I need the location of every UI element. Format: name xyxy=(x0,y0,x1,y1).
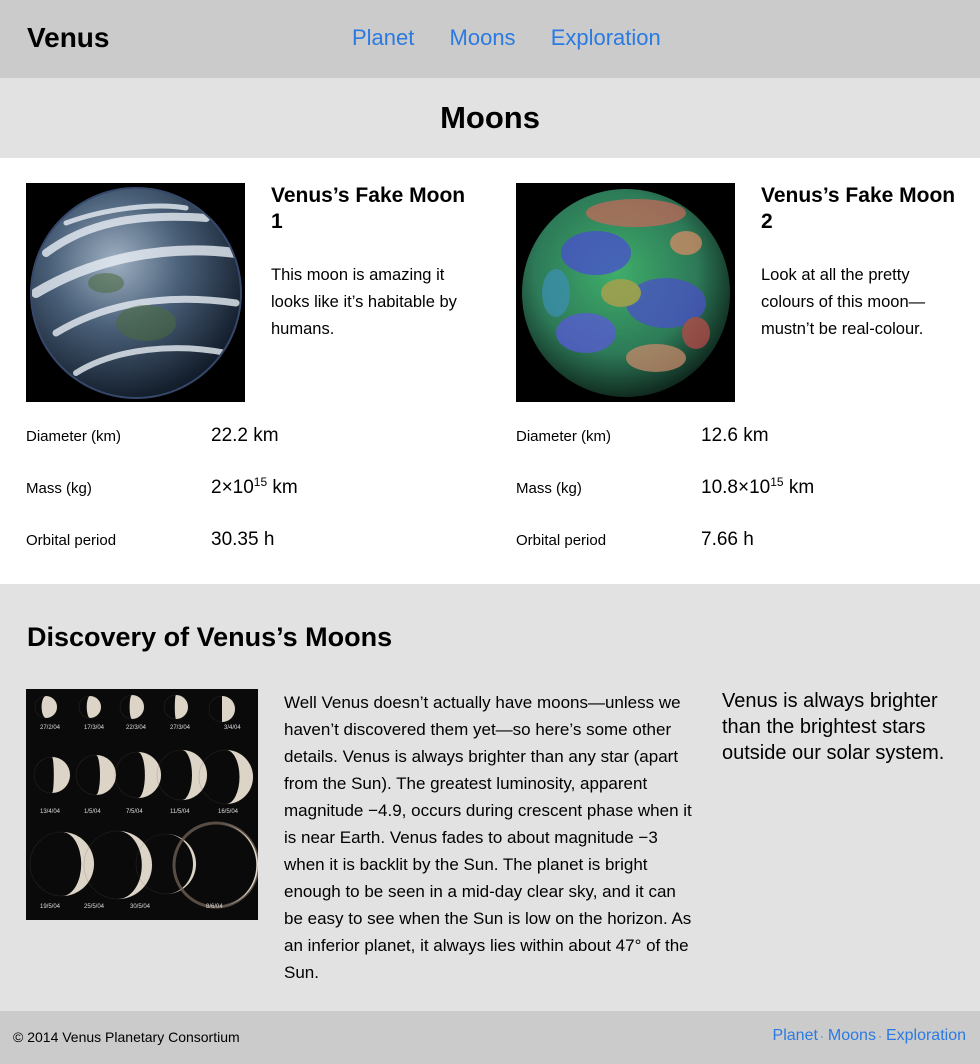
stat-value: 22.2 km xyxy=(211,425,279,446)
moon-card-1: Venus’s Fake Moon 1 This moon is amazing… xyxy=(26,183,476,573)
stat-value-base: 10.8×10 xyxy=(701,477,771,498)
earthlike-moon-image xyxy=(26,183,245,402)
discovery-section: Discovery of Venus’s Moons 27/2/04 17/3/0… xyxy=(0,584,980,1011)
stat-label: Mass (kg) xyxy=(26,480,92,497)
phase-date-label: 19/5/04 xyxy=(40,904,61,910)
stat-label: Diameter (km) xyxy=(26,428,122,445)
site-header: Venus Planet Moons Exploration xyxy=(0,0,980,78)
stat-row-diameter: Diameter (km) 12.6 km xyxy=(516,415,966,467)
stat-value-exponent: 15 xyxy=(253,475,268,489)
phase-date-label: 1/5/04 xyxy=(84,809,101,815)
venus-phase xyxy=(114,751,162,799)
stat-value: 10.8×1015 km xyxy=(701,475,815,499)
stat-label: Mass (kg) xyxy=(516,480,582,497)
stat-value: 7.66 h xyxy=(701,529,754,550)
stat-value: 30.35 h xyxy=(211,529,275,550)
venus-phase xyxy=(208,695,236,723)
site-footer: © 2014 Venus Planetary Consortium Planet… xyxy=(0,1011,980,1064)
phase-date-label: 3/4/04 xyxy=(224,725,241,731)
footer-separator: · xyxy=(877,1029,882,1043)
nav-link-exploration[interactable]: Exploration xyxy=(551,25,661,50)
stat-value-unit: km xyxy=(783,477,815,498)
venus-phase xyxy=(119,694,145,720)
venus-phases-image: 27/2/04 17/3/04 22/3/04 27/3/04 3/4/04 13/4/0… xyxy=(26,689,258,920)
moon-card-2: Venus’s Fake Moon 2 Look at all the pret… xyxy=(516,183,966,573)
footer-separator: · xyxy=(819,1029,824,1043)
venus-phase xyxy=(78,695,102,719)
phase-date-label: 30/5/04 xyxy=(130,904,151,910)
footer-nav: Planet · Moons · Exploration xyxy=(773,1027,966,1045)
nav-link-moons[interactable]: Moons xyxy=(450,25,516,50)
moon-description: Look at all the pretty colours of this m… xyxy=(761,266,926,338)
site-brand[interactable]: Venus xyxy=(27,22,109,54)
page-title: Moons xyxy=(440,100,540,135)
pull-quote: Venus is always brighter than the bright… xyxy=(722,690,945,764)
phase-date-label: 17/3/04 xyxy=(84,725,105,731)
moon-name: Venus’s Fake Moon 2 xyxy=(761,184,956,233)
stat-value-base: 2×10 xyxy=(211,477,254,498)
stat-label: Orbital period xyxy=(26,532,117,549)
venus-phase xyxy=(33,756,71,794)
phase-date-label: 7/5/04 xyxy=(126,809,143,815)
phase-date-label: 11/5/04 xyxy=(170,809,190,815)
stat-label: Orbital period xyxy=(516,532,607,549)
stat-value: 12.6 km xyxy=(701,425,769,446)
false-colour-moon-image xyxy=(516,183,735,402)
phase-date-label: 27/3/04 xyxy=(170,725,191,731)
phase-date-label: 13/4/04 xyxy=(40,809,61,815)
phase-date-label: 8/6/04 xyxy=(206,904,223,910)
venus-phase xyxy=(156,749,208,801)
moon-stats: Diameter (km) 22.2 km Mass (kg) 2×1015 k… xyxy=(26,415,476,571)
stat-value-unit: km xyxy=(267,477,298,498)
section-heading: Discovery of Venus’s Moons xyxy=(27,622,393,652)
phase-date-label: 27/2/04 xyxy=(40,725,61,731)
venus-phase xyxy=(34,695,58,719)
venus-phase xyxy=(29,831,95,897)
moon-name: Venus’s Fake Moon 1 xyxy=(271,184,466,233)
stat-row-diameter: Diameter (km) 22.2 km xyxy=(26,415,476,467)
phase-date-label: 16/5/04 xyxy=(218,809,239,815)
footer-link-planet[interactable]: Planet xyxy=(773,1027,818,1044)
moons-section: Venus’s Fake Moon 1 This moon is amazing… xyxy=(0,158,980,584)
moon-stats: Diameter (km) 12.6 km Mass (kg) 10.8×101… xyxy=(516,415,966,571)
stat-row-orbital-period: Orbital period 30.35 h xyxy=(26,519,476,571)
moon-description: This moon is amazing it looks like it’s … xyxy=(271,266,457,338)
footer-link-exploration[interactable]: Exploration xyxy=(886,1027,966,1044)
stat-value-exponent: 15 xyxy=(770,475,784,489)
phase-date-label: 22/3/04 xyxy=(126,725,147,731)
phase-date-label: 25/5/04 xyxy=(84,904,105,910)
venus-phase xyxy=(75,754,117,796)
venus-phase xyxy=(172,821,258,909)
stat-label: Diameter (km) xyxy=(516,428,612,445)
title-band: Moons xyxy=(0,78,980,158)
venus-phase xyxy=(163,694,189,720)
stat-row-orbital-period: Orbital period 7.66 h xyxy=(516,519,966,571)
stat-row-mass: Mass (kg) 2×1015 km xyxy=(26,467,476,519)
copyright-text: © 2014 Venus Planetary Consortium xyxy=(13,1029,240,1045)
main-nav: Planet Moons Exploration xyxy=(352,25,690,51)
footer-link-moons[interactable]: Moons xyxy=(828,1027,876,1044)
discovery-body-text: Well Venus doesn’t actually have moons—u… xyxy=(284,693,692,982)
stat-value: 2×1015 km xyxy=(211,475,298,499)
nav-link-planet[interactable]: Planet xyxy=(352,25,414,50)
stat-row-mass: Mass (kg) 10.8×1015 km xyxy=(516,467,966,519)
